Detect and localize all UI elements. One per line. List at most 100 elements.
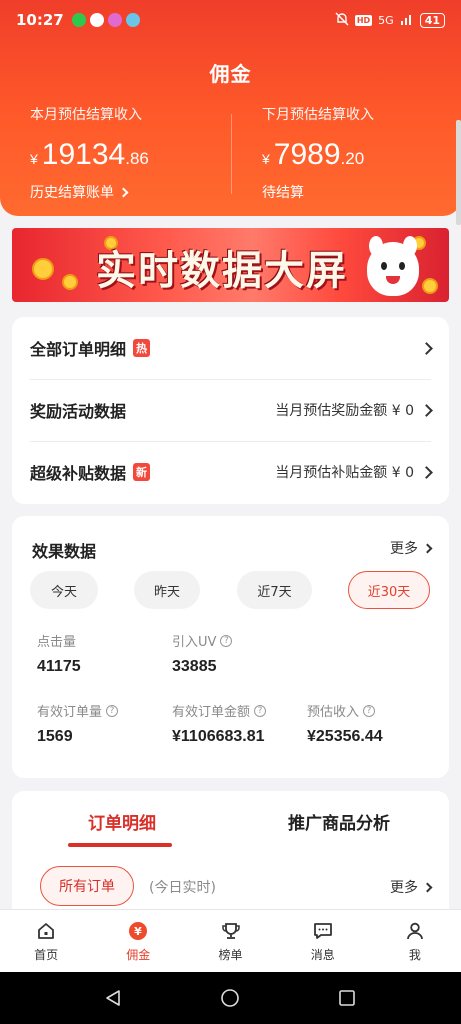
settlement-history-link[interactable]: 历史结算账单 — [30, 182, 149, 202]
settlement-history-label: 历史结算账单 — [30, 185, 114, 201]
metric-label-text: 点击量 — [37, 635, 77, 650]
nav-home[interactable]: 首页 — [0, 910, 92, 972]
back-icon[interactable] — [104, 989, 122, 1011]
filter-today[interactable]: 今天 — [30, 571, 98, 609]
pending-settlement-link[interactable]: 待结算 — [262, 182, 374, 202]
metric-label: 引入UV? — [172, 631, 233, 650]
status-bar: 10:27 HD 5G 41 — [0, 0, 461, 40]
mascot-ear — [369, 236, 383, 256]
currency-symbol: ¥ — [262, 151, 270, 167]
chevron-right-icon — [422, 543, 433, 553]
nav-profile[interactable]: 我 — [369, 910, 461, 972]
coin-decoration — [62, 274, 78, 290]
chevron-right-icon — [118, 187, 129, 197]
nav-label: 佣金 — [126, 948, 151, 962]
rewards-amount: 当月预估奖励金额 ¥ 0 — [275, 403, 414, 419]
tab-order-details[interactable]: 订单明细 — [88, 809, 156, 834]
filter-yesterday[interactable]: 昨天 — [134, 571, 200, 609]
new-badge: 新 — [133, 463, 151, 481]
active-tab-indicator — [68, 843, 172, 847]
coin-decoration — [422, 278, 438, 294]
profile-icon — [404, 920, 426, 942]
nav-label: 消息 — [310, 948, 335, 962]
metric-label-text: 引入UV — [172, 635, 217, 650]
all-orders-filter-label: 所有订单 — [59, 879, 115, 895]
metric-estimated-income: 预估收入? ¥25356.44 — [307, 701, 383, 746]
mascot-ear — [403, 236, 417, 256]
nav-label: 榜单 — [218, 948, 243, 962]
svg-text:¥: ¥ — [134, 925, 142, 938]
metric-valid-orders: 有效订单量? 1569 — [37, 701, 119, 746]
metric-label: 有效订单量? — [37, 701, 119, 720]
mascot-icon — [367, 236, 419, 296]
all-orders-label: 全部订单明细 — [30, 340, 127, 359]
nav-ranking[interactable]: 榜单 — [184, 910, 276, 972]
all-orders-row[interactable]: 全部订单明细 热 — [30, 317, 433, 379]
realtime-dashboard-banner[interactable]: 实时数据大屏 — [12, 228, 449, 302]
chevron-right-icon — [420, 403, 433, 417]
more-label: 更多 — [390, 880, 418, 896]
home-icon — [35, 920, 57, 942]
help-icon[interactable]: ? — [106, 704, 119, 717]
effect-data-card: 效果数据 更多 今天 昨天 近7天 近30天 点击量 41175 引入UV? 3… — [12, 516, 449, 778]
rewards-row[interactable]: 奖励活动数据 当月预估奖励金额 ¥ 0 — [30, 379, 433, 441]
metric-label: 预估收入? — [307, 701, 383, 720]
help-icon[interactable]: ? — [220, 634, 233, 647]
filter-label: 近30天 — [367, 584, 411, 600]
this-month-label: 本月预估结算收入 — [30, 107, 142, 123]
amount-decimal: .20 — [340, 149, 365, 168]
subsidy-label: 超级补贴数据 — [30, 464, 127, 483]
chevron-right-icon — [420, 465, 433, 479]
home-circle-icon[interactable] — [221, 989, 239, 1011]
chevron-right-icon — [420, 341, 433, 355]
all-orders-filter[interactable]: 所有订单 — [40, 866, 134, 906]
filter-7-days[interactable]: 近7天 — [237, 571, 312, 609]
next-month-earnings: 下月预估结算收入 ¥7989.20 待结算 — [262, 104, 374, 202]
filter-label: 昨天 — [153, 584, 180, 600]
amount-decimal: .86 — [125, 149, 149, 168]
row-right — [420, 341, 433, 355]
metric-value: ¥25356.44 — [307, 728, 383, 745]
tab-product-analysis[interactable]: 推广商品分析 — [288, 809, 390, 834]
metric-valid-order-amount: 有效订单金额? ¥1106683.81 — [172, 701, 267, 746]
recents-icon[interactable] — [338, 989, 356, 1011]
more-label: 更多 — [390, 541, 418, 557]
this-month-earnings: 本月预估结算收入 ¥19134.86 历史结算账单 — [30, 104, 149, 202]
chevron-right-icon — [422, 882, 433, 892]
help-icon[interactable]: ? — [363, 704, 376, 717]
commission-icon: ¥ — [127, 920, 149, 942]
scrollbar[interactable] — [456, 120, 461, 225]
row-right: 当月预估奖励金额 ¥ 0 — [275, 400, 433, 420]
signal-icon — [400, 13, 414, 28]
metric-value: 41175 — [37, 658, 81, 675]
metric-label-text: 有效订单量 — [37, 705, 103, 720]
status-time: 10:27 — [16, 11, 64, 29]
effect-more-link[interactable]: 更多 — [390, 538, 433, 558]
metric-label-text: 有效订单金额 — [172, 705, 251, 720]
filter-label: 近7天 — [257, 584, 292, 600]
trophy-icon — [220, 920, 242, 942]
amount-integer: 19134 — [41, 138, 126, 171]
metric-label-text: 预估收入 — [307, 705, 360, 720]
this-month-value: ¥19134.86 — [30, 138, 149, 172]
help-icon[interactable]: ? — [254, 704, 267, 717]
battery-icon: 41 — [419, 12, 445, 28]
nav-messages[interactable]: 消息 — [277, 910, 369, 972]
row-right: 当月预估补贴金额 ¥ 0 — [275, 462, 433, 482]
metric-clicks: 点击量 41175 — [37, 631, 81, 676]
rewards-label: 奖励活动数据 — [30, 402, 127, 421]
amount-integer: 7989 — [273, 138, 341, 171]
pending-settlement-label: 待结算 — [262, 185, 304, 201]
subsidy-row[interactable]: 超级补贴数据 新 当月预估补贴金额 ¥ 0 — [30, 441, 433, 503]
filter-label: 今天 — [50, 584, 77, 600]
report-menu-card: 全部订单明细 热 奖励活动数据 当月预估奖励金额 ¥ 0 超级补贴数据 新 当月… — [12, 317, 449, 504]
mascot-mouth — [386, 276, 400, 284]
metric-value: 1569 — [37, 728, 73, 745]
nav-commission[interactable]: ¥ 佣金 — [92, 910, 184, 972]
nav-label: 首页 — [34, 948, 59, 962]
orders-more-link[interactable]: 更多 — [390, 877, 433, 897]
subsidy-amount: 当月预估补贴金额 ¥ 0 — [275, 465, 414, 481]
filter-30-days[interactable]: 近30天 — [348, 571, 430, 609]
hot-badge: 热 — [133, 339, 151, 357]
realtime-note: (今日实时) — [149, 880, 216, 896]
